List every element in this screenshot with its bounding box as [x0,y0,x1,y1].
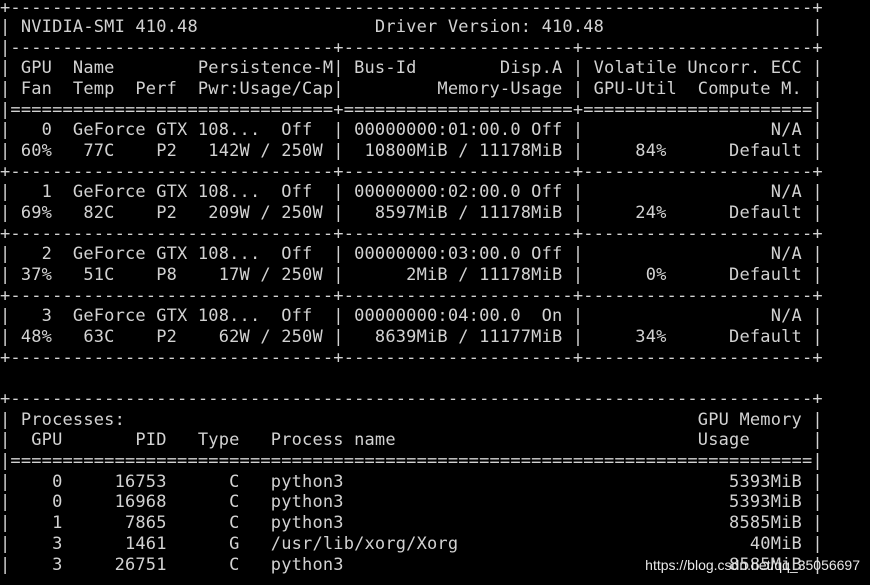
table-border-top: +---------------------------------------… [0,0,823,18]
header-separator: |===============================+=======… [0,100,823,120]
gpu-row-divider: +-------------------------------+-------… [0,162,823,182]
gpu-row-0-line-1: | 0 GeForce GTX 108... Off | 00000000:01… [0,120,823,140]
gpu-column-header-1: | GPU Name Persistence-M| Bus-Id Disp.A … [0,58,823,78]
process-row: | 0 16753 C python3 5393MiB | [0,472,823,492]
processes-column-header: | GPU PID Type Process name Usage | [0,430,823,450]
process-row: | 1 7865 C python3 8585MiB | [0,513,823,533]
processes-border-top: +---------------------------------------… [0,389,823,409]
gpu-row-1-line-1: | 1 GeForce GTX 108... Off | 00000000:02… [0,182,823,202]
table-divider: |-------------------------------+-------… [0,38,823,58]
gpu-row-divider: +-------------------------------+-------… [0,224,823,244]
smi-header-line: | NVIDIA-SMI 410.48 Driver Version: 410.… [0,17,823,37]
gpu-row-1-line-2: | 69% 82C P2 209W / 250W | 8597MiB / 111… [0,203,823,223]
gpu-row-3-line-2: | 48% 63C P2 62W / 250W | 8639MiB / 1117… [0,327,823,347]
gpu-row-divider: +-------------------------------+-------… [0,286,823,306]
processes-title-line: | Processes: GPU Memory | [0,410,823,430]
table-border-bottom: +-------------------------------+-------… [0,348,823,368]
processes-header-separator: |=======================================… [0,451,823,471]
terminal-window: +---------------------------------------… [0,0,870,585]
gpu-row-0-line-2: | 60% 77C P2 142W / 250W | 10800MiB / 11… [0,141,823,161]
process-row: | 0 16968 C python3 5393MiB | [0,492,823,512]
gpu-row-2-line-2: | 37% 51C P8 17W / 250W | 2MiB / 11178Mi… [0,265,823,285]
process-row: | 3 1461 G /usr/lib/xorg/Xorg 40MiB | [0,534,823,554]
watermark-text: https://blog.csdn.net/qq_35056697 [645,557,860,573]
gpu-column-header-2: | Fan Temp Perf Pwr:Usage/Cap| Memory-Us… [0,79,823,99]
gpu-row-2-line-1: | 2 GeForce GTX 108... Off | 00000000:03… [0,244,823,264]
gpu-row-3-line-1: | 3 GeForce GTX 108... Off | 00000000:04… [0,306,823,326]
